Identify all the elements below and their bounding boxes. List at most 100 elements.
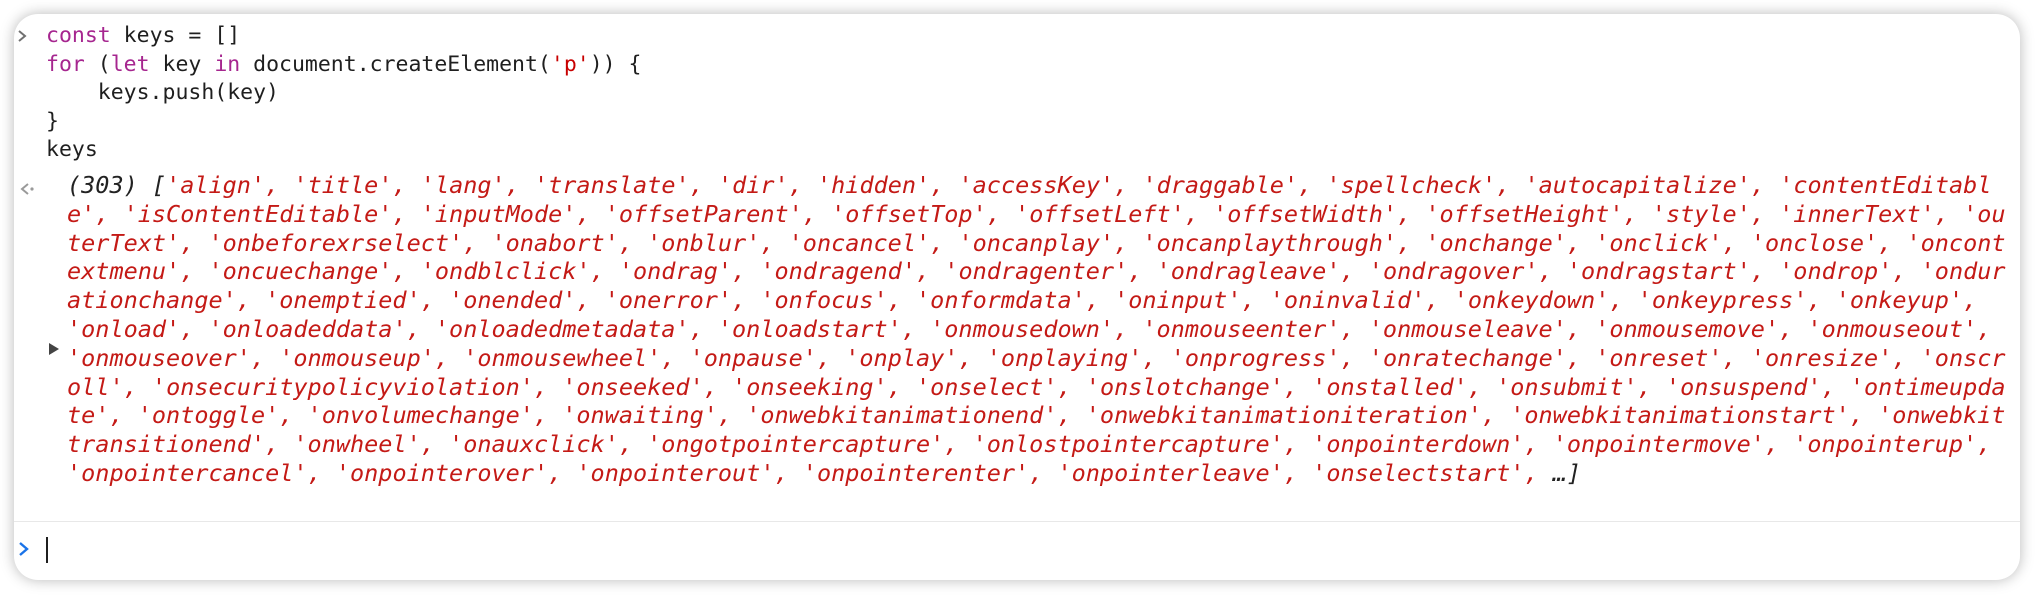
array-item: onseeking: [746, 372, 874, 401]
code-line: keys.push(key): [14, 79, 2020, 108]
array-item: style: [1665, 199, 1737, 228]
code-text: keys = []: [110, 23, 241, 48]
array-item: offsetTop: [845, 199, 973, 228]
array-item: hidden: [831, 171, 917, 199]
code-line: for (let key in document.createElement('…: [14, 51, 2020, 80]
array-item: onpointerdown: [1326, 430, 1511, 459]
array-item: onabort: [505, 228, 605, 257]
array-item: ondragend: [774, 257, 902, 286]
array-item: oninvalid: [1283, 286, 1412, 315]
chevron-right-icon: [17, 535, 31, 571]
array-item: oncuechange: [222, 257, 379, 286]
array-item: onchange: [1439, 228, 1553, 257]
code-keyword: const: [46, 23, 111, 48]
console-panel: const keys = [] for (let key in document.…: [14, 14, 2020, 580]
array-item: onvolumechange: [321, 401, 520, 430]
array-item: onload: [81, 314, 167, 343]
code-line: }: [14, 108, 2020, 137]
array-item: onloadeddata: [222, 314, 393, 343]
expand-triangle-icon[interactable]: [47, 341, 61, 362]
array-item: onmouseleave: [1382, 314, 1553, 343]
array-item: onclose: [1764, 228, 1865, 257]
array-item: onsuspend: [1680, 372, 1808, 401]
array-item: onclick: [1609, 228, 1709, 257]
console-result[interactable]: (303) ['align', 'title', 'lang', 'transl…: [14, 169, 2020, 529]
array-item: onplay: [859, 343, 945, 372]
array-item: onwaiting: [576, 401, 704, 430]
array-item: autocapitalize: [1538, 171, 1737, 199]
array-item: isContentEditable: [137, 199, 379, 228]
array-item: onratechange: [1382, 343, 1553, 372]
array-item: onselect: [930, 372, 1044, 401]
array-item: onresize: [1765, 343, 1879, 372]
array-item: onkeypress: [1651, 286, 1794, 315]
array-item: onwebkitanimationend: [760, 401, 1044, 430]
array-item: ondragenter: [958, 257, 1115, 286]
array-item: offsetWidth: [1227, 199, 1383, 228]
code-keyword: let: [110, 51, 150, 77]
array-item: onloadstart: [732, 314, 888, 343]
array-item: onended: [463, 286, 563, 315]
array-item: onwebkitanimationiteration: [1099, 401, 1468, 430]
array-item: ondrop: [1793, 257, 1879, 286]
code-keyword: for: [46, 51, 85, 77]
array-ellipsis: …: [1552, 458, 1567, 487]
array-item: draggable: [1156, 171, 1284, 199]
code-line: const keys = []: [14, 22, 2020, 51]
array-item: onwebkitanimationstart: [1524, 401, 1836, 430]
array-item: dir: [732, 171, 775, 199]
array-item: oncanplaythrough: [1156, 228, 1383, 257]
array-item: onreset: [1609, 343, 1709, 372]
array-item: ondragstart: [1581, 257, 1737, 286]
code-text: document.createElement(: [240, 51, 551, 77]
array-item: onwheel: [307, 430, 407, 459]
array-item: inputMode: [434, 199, 563, 228]
code-text: key: [149, 51, 215, 77]
array-item: onmousedown: [944, 314, 1100, 343]
array-item: offsetParent: [618, 199, 789, 228]
array-item: offsetHeight: [1439, 199, 1610, 228]
array-item: onselectstart: [1326, 458, 1511, 487]
array-item: onlostpointercapture: [986, 430, 1270, 459]
array-open-bracket: [: [151, 171, 167, 199]
array-item: oncanplay: [972, 228, 1100, 257]
array-item: accessKey: [972, 171, 1100, 199]
code-keyword: in: [214, 51, 241, 77]
array-count: (303): [67, 171, 138, 199]
array-item: onpointerover: [350, 458, 534, 487]
code-text: keys.push(key): [46, 80, 279, 105]
array-item: ontoggle: [151, 401, 266, 430]
code-line: keys: [14, 136, 2020, 165]
array-item: ongotpointercapture: [661, 430, 931, 459]
array-item: onmousewheel: [477, 343, 648, 372]
array-item: title: [307, 171, 379, 199]
array-item: onplaying: [1000, 343, 1129, 372]
array-item: oninput: [1128, 286, 1228, 315]
array-item: offsetLeft: [1029, 199, 1171, 228]
code-text: }: [46, 108, 59, 134]
code-text: )) {: [589, 51, 642, 77]
array-item: onmousemove: [1609, 314, 1765, 343]
array-item: onmouseover: [81, 343, 237, 372]
array-preview: (303) ['align', 'title', 'lang', 'transl…: [67, 171, 2007, 488]
text-caret: [46, 537, 48, 563]
array-item: onblur: [661, 228, 747, 257]
array-item: align: [180, 171, 251, 199]
array-item: onauxclick: [463, 430, 605, 459]
array-item: onmouseup: [293, 343, 421, 372]
array-item: onloadedmetadata: [449, 314, 676, 343]
code-lines: const keys = [] for (let key in document.…: [14, 22, 2020, 165]
array-close-bracket: ]: [1566, 458, 1582, 487]
array-item: onprogress: [1184, 343, 1327, 372]
result-arrow-icon: [16, 179, 38, 204]
array-item: lang: [434, 171, 492, 199]
array-item: onsecuritypolicyviolation: [166, 372, 520, 401]
array-item: oncancel: [802, 228, 916, 257]
array-item: onerror: [618, 286, 718, 315]
array-item: innerText: [1793, 199, 1921, 228]
array-item: ondragleave: [1170, 257, 1327, 286]
array-items: 'align', 'title', 'lang', 'translate', '…: [67, 171, 2006, 487]
console-prompt[interactable]: [14, 522, 2020, 580]
array-item: onkeydown: [1467, 286, 1596, 315]
array-item: onmouseenter: [1156, 314, 1327, 343]
